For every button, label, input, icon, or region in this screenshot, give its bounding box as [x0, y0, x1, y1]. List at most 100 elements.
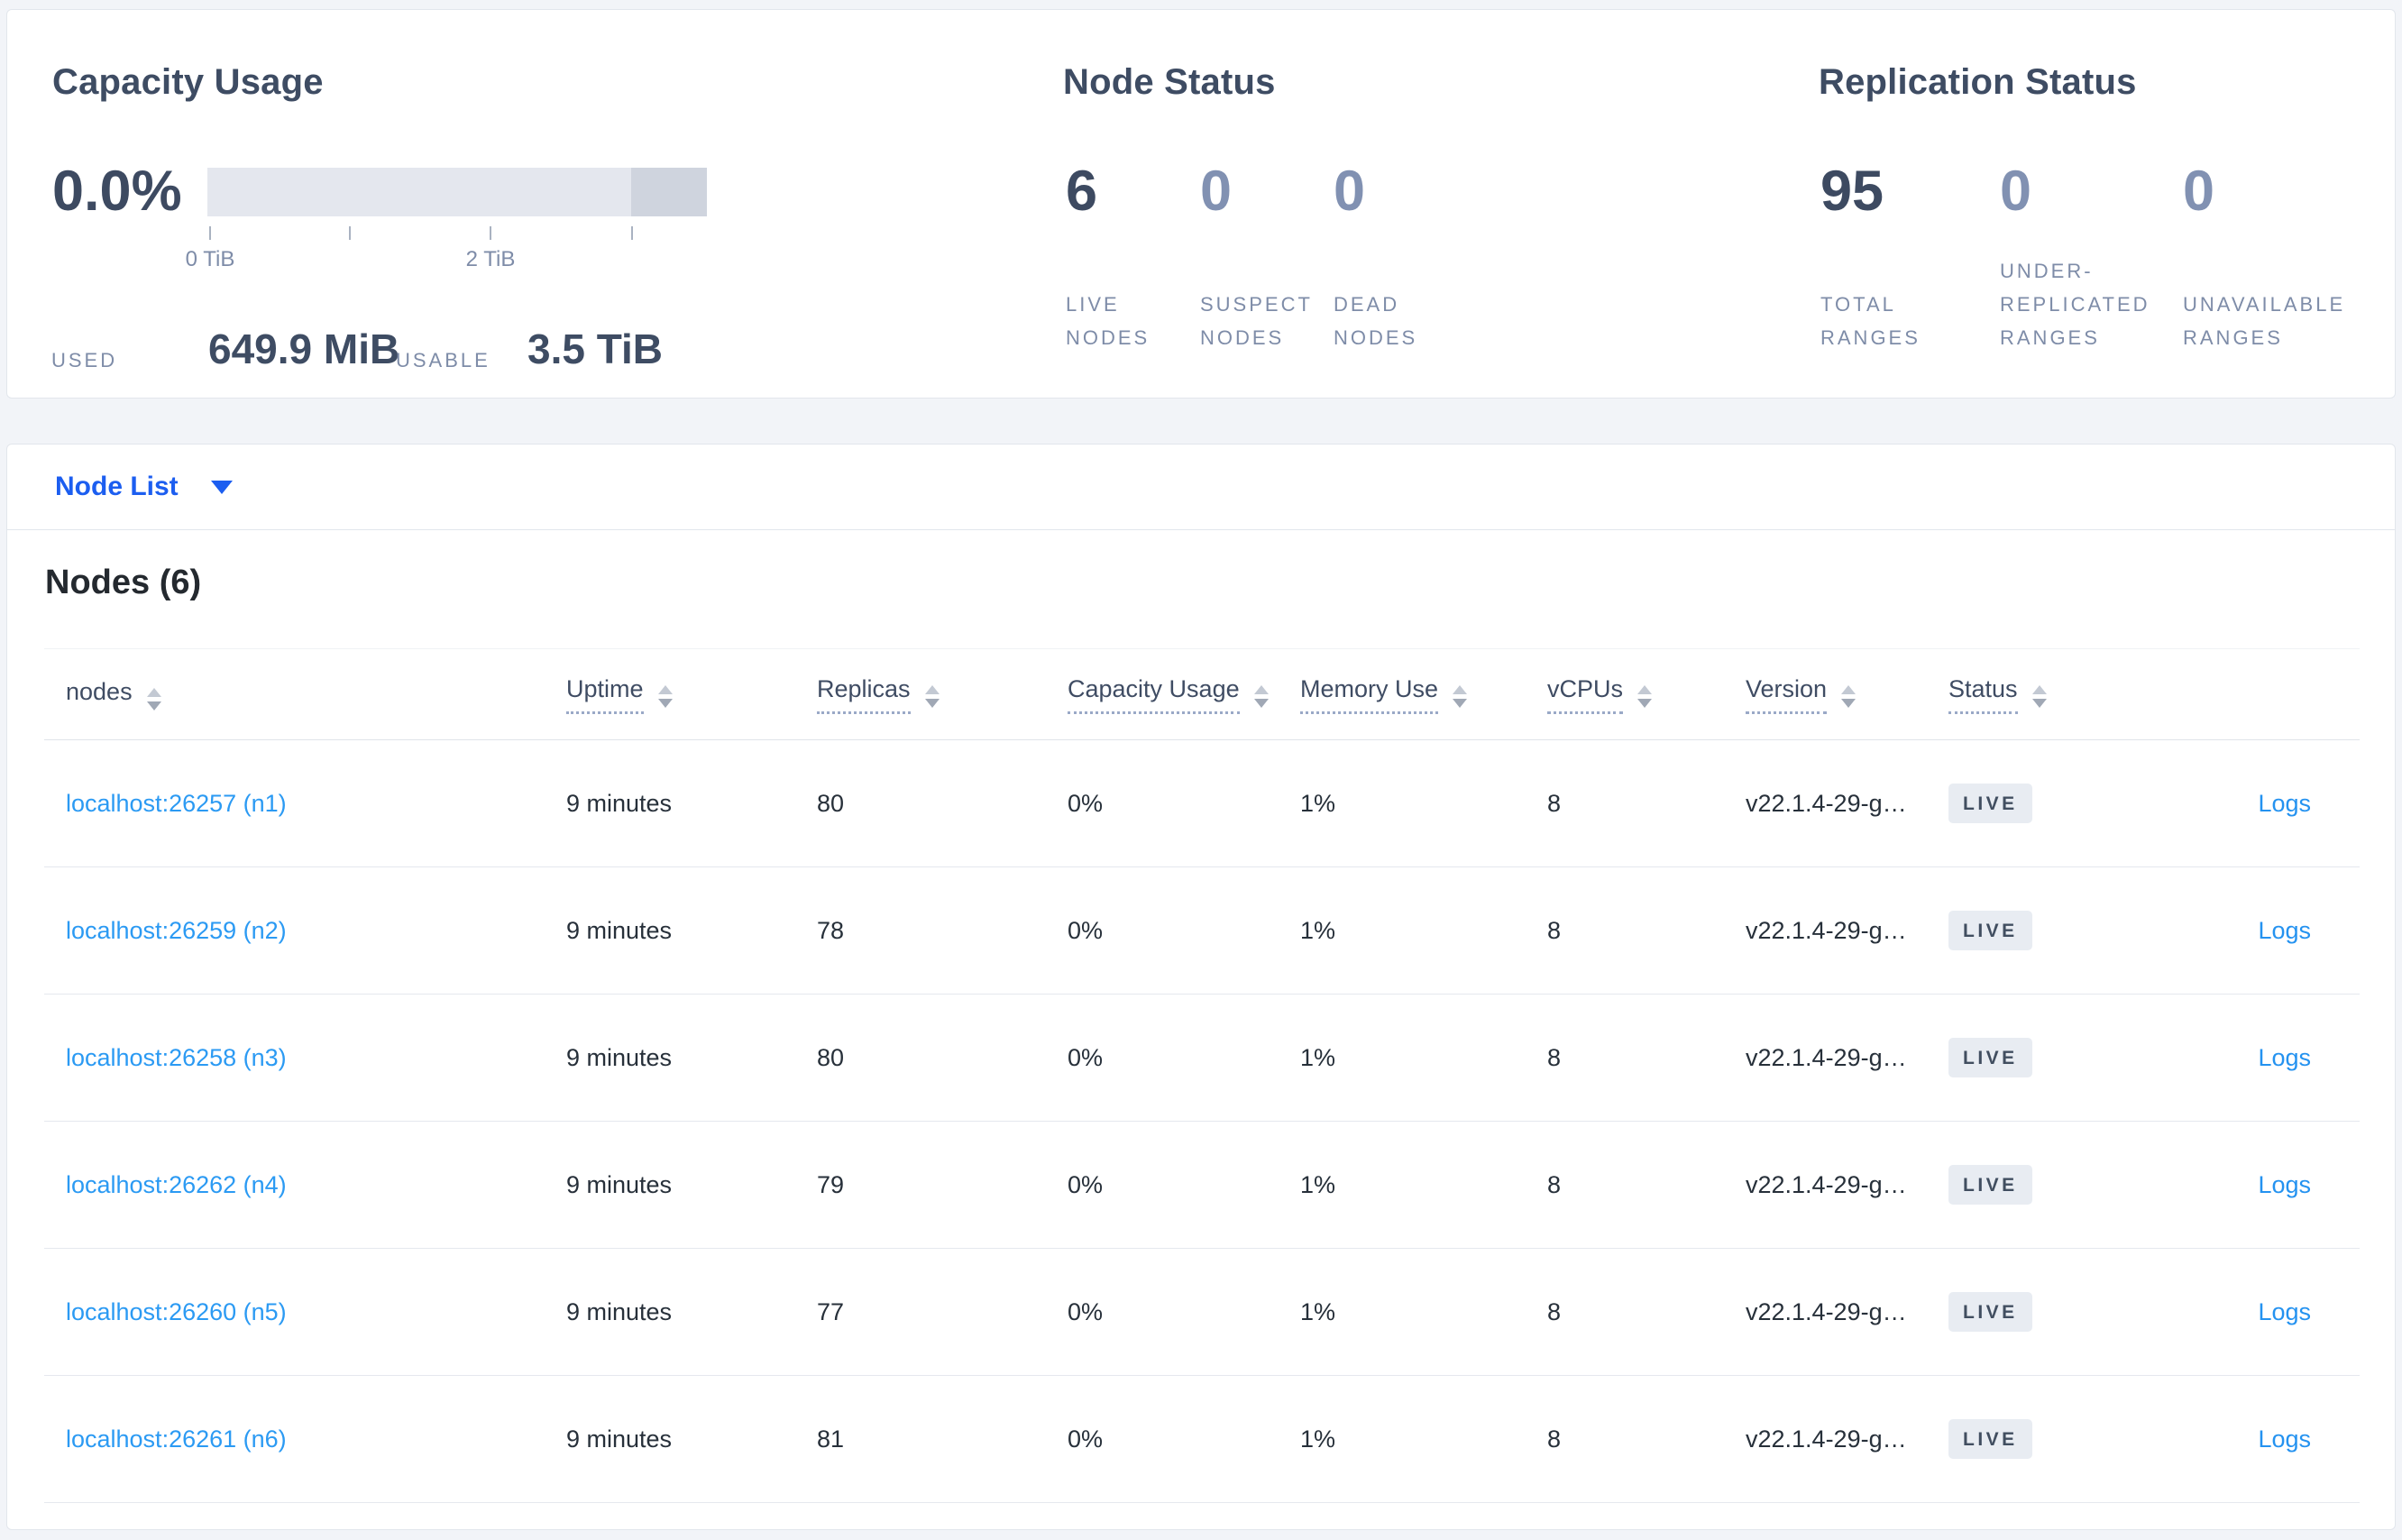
dead-nodes-value: 0 [1334, 160, 1366, 223]
uptime-cell: 9 minutes [566, 1043, 673, 1071]
sort-icon[interactable] [2031, 684, 2047, 708]
node-link[interactable]: localhost:26260 (n5) [66, 1298, 287, 1325]
unavailable-ranges-value: 0 [2183, 160, 2215, 223]
status-badge: LIVE [1948, 1165, 2032, 1205]
logs-link[interactable]: Logs [2258, 790, 2311, 817]
memory-cell: 1% [1300, 1043, 1336, 1071]
node-link[interactable]: localhost:26262 (n4) [66, 1171, 287, 1198]
memory-cell: 1% [1300, 916, 1336, 944]
replicas-cell: 78 [817, 916, 845, 944]
sort-icon[interactable] [1841, 684, 1857, 708]
dead-nodes-stat: 0 DEAD NODES [1334, 10, 1478, 398]
axis-tick [349, 226, 351, 240]
node-link[interactable]: localhost:26258 (n3) [66, 1044, 287, 1071]
capacity-cell: 0% [1068, 1297, 1104, 1325]
capacity-cell: 0% [1068, 1170, 1104, 1198]
vcpus-cell: 8 [1547, 1297, 1562, 1325]
live-nodes-stat: 6 LIVE NODES [1066, 10, 1192, 398]
column-header-status[interactable]: Status [1948, 649, 2183, 740]
status-badge: LIVE [1948, 1292, 2032, 1332]
node-list-dropdown[interactable]: Node List [55, 472, 233, 502]
caret-down-icon [210, 480, 233, 494]
uptime-cell: 9 minutes [566, 1425, 673, 1453]
sort-icon[interactable] [1637, 684, 1653, 708]
status-badge: LIVE [1948, 1038, 2032, 1077]
used-value: 649.9 MiB [208, 325, 400, 372]
node-link[interactable]: localhost:26259 (n2) [66, 917, 287, 944]
nodes-table: nodes Uptime Replicas Capacity Usage Mem… [44, 648, 2360, 1503]
logs-link[interactable]: Logs [2258, 1171, 2311, 1198]
capacity-cell: 0% [1068, 1425, 1104, 1453]
view-selector-bar: Node List [7, 445, 2395, 530]
uptime-cell: 9 minutes [566, 789, 673, 817]
under-replicated-ranges-label: UNDER- REPLICATED RANGES [2000, 260, 2150, 349]
replicas-cell: 80 [817, 789, 845, 817]
suspect-nodes-value: 0 [1200, 160, 1233, 223]
vcpus-cell: 8 [1547, 1170, 1562, 1198]
sort-icon[interactable] [146, 688, 161, 710]
logs-link[interactable]: Logs [2258, 1044, 2311, 1071]
replicas-cell: 79 [817, 1170, 845, 1198]
logs-link[interactable]: Logs [2258, 1425, 2311, 1453]
version-cell: v22.1.4-29-g… [1746, 1170, 1907, 1198]
replicas-cell: 77 [817, 1297, 845, 1325]
uptime-cell: 9 minutes [566, 1170, 673, 1198]
capacity-bar [207, 168, 707, 216]
sort-icon[interactable] [1453, 684, 1468, 708]
sort-icon[interactable] [657, 684, 673, 708]
total-ranges-value: 95 [1820, 160, 1884, 223]
node-link[interactable]: localhost:26261 (n6) [66, 1425, 287, 1453]
capacity-cell: 0% [1068, 916, 1104, 944]
capacity-used-percent: 0.0% [52, 160, 182, 223]
replicas-cell: 81 [817, 1425, 845, 1453]
sort-icon[interactable] [1253, 684, 1269, 708]
axis-tick [209, 226, 211, 240]
memory-cell: 1% [1300, 1425, 1336, 1453]
used-label: USED [51, 349, 118, 371]
unavailable-ranges-label: UNAVAILABLE RANGES [2183, 293, 2346, 349]
vcpus-cell: 8 [1547, 1425, 1562, 1453]
memory-cell: 1% [1300, 789, 1336, 817]
capacity-usage-title: Capacity Usage [52, 62, 324, 102]
table-row: localhost:26262 (n4) 9 minutes 79 0% 1% … [44, 1122, 2360, 1249]
vcpus-cell: 8 [1547, 916, 1562, 944]
total-ranges-label: TOTAL RANGES [1820, 293, 1921, 349]
suspect-nodes-label: SUSPECT NODES [1200, 293, 1313, 349]
vcpus-cell: 8 [1547, 789, 1562, 817]
live-nodes-value: 6 [1066, 160, 1098, 223]
column-header-uptime[interactable]: Uptime [566, 649, 817, 740]
under-replicated-ranges-stat: 0 UNDER- REPLICATED RANGES [2000, 10, 2189, 398]
table-row: localhost:26259 (n2) 9 minutes 78 0% 1% … [44, 867, 2360, 995]
column-header-vcpus[interactable]: vCPUs [1547, 649, 1746, 740]
axis-tick [631, 226, 633, 240]
memory-cell: 1% [1300, 1170, 1336, 1198]
suspect-nodes-stat: 0 SUSPECT NODES [1200, 10, 1326, 398]
uptime-cell: 9 minutes [566, 1297, 673, 1325]
column-header-capacity-usage[interactable]: Capacity Usage [1068, 649, 1300, 740]
status-badge: LIVE [1948, 911, 2032, 950]
axis-tick-label: 0 TiB [185, 247, 235, 271]
node-list-card: Node List Nodes (6) nodes Uptime Replica… [6, 444, 2396, 1530]
capacity-bar-reserved-segment [631, 168, 707, 216]
nodes-heading: Nodes (6) [45, 564, 202, 601]
node-link[interactable]: localhost:26257 (n1) [66, 790, 287, 817]
axis-tick [490, 226, 491, 240]
live-nodes-label: LIVE NODES [1066, 293, 1151, 349]
version-cell: v22.1.4-29-g… [1746, 916, 1907, 944]
total-ranges-stat: 95 TOTAL RANGES [1820, 10, 1987, 398]
table-header-row: nodes Uptime Replicas Capacity Usage Mem… [44, 648, 2360, 740]
column-header-nodes[interactable]: nodes [44, 649, 566, 740]
logs-link[interactable]: Logs [2258, 1298, 2311, 1325]
version-cell: v22.1.4-29-g… [1746, 1043, 1907, 1071]
column-header-replicas[interactable]: Replicas [817, 649, 1068, 740]
version-cell: v22.1.4-29-g… [1746, 1425, 1907, 1453]
sort-icon[interactable] [924, 684, 940, 708]
logs-link[interactable]: Logs [2258, 917, 2311, 944]
usable-value: 3.5 TiB [527, 325, 663, 372]
table-row: localhost:26257 (n1) 9 minutes 80 0% 1% … [44, 740, 2360, 867]
usable-label: USABLE [396, 349, 490, 371]
table-row: localhost:26258 (n3) 9 minutes 80 0% 1% … [44, 995, 2360, 1122]
table-row: localhost:26260 (n5) 9 minutes 77 0% 1% … [44, 1249, 2360, 1376]
column-header-version[interactable]: Version [1746, 649, 1948, 740]
column-header-memory-use[interactable]: Memory Use [1300, 649, 1547, 740]
